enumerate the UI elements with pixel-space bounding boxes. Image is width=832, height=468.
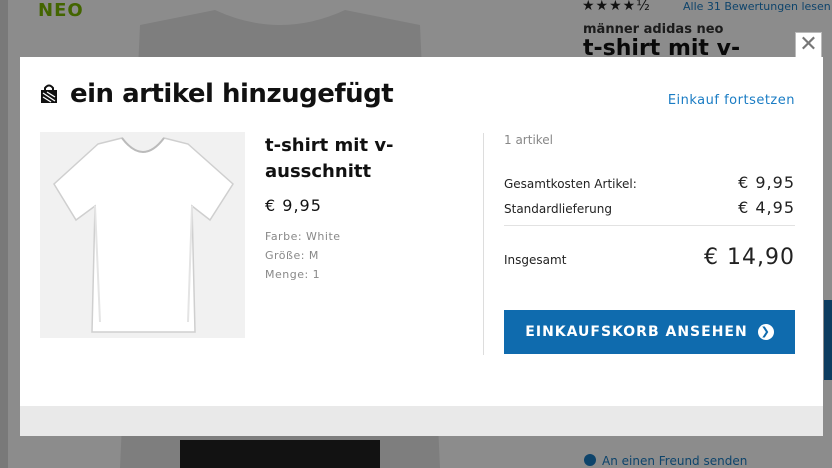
tshirt-image	[40, 132, 245, 338]
shopping-bag-icon	[41, 84, 57, 103]
subtotal-value: € 9,95	[738, 173, 795, 192]
shipping-value: € 4,95	[738, 198, 795, 217]
product-quantity: Menge: 1	[265, 268, 321, 281]
total-label: Insgesamt	[504, 253, 567, 267]
modal-title: ein artikel hinzugefügt	[70, 79, 394, 109]
summary-separator	[504, 225, 795, 226]
view-cart-button[interactable]: EINKAUFSKORB ANSEHEN ❯	[504, 310, 795, 354]
continue-shopping-link[interactable]: Einkauf fortsetzen	[668, 93, 795, 108]
product-color: Farbe: White	[265, 230, 341, 243]
subtotal-label: Gesamtkosten Artikel:	[504, 177, 637, 191]
modal-header: ein artikel hinzugefügt	[40, 79, 394, 109]
vertical-divider	[483, 133, 484, 355]
product-size: Größe: M	[265, 249, 319, 262]
total-row: Insgesamt € 14,90	[504, 245, 795, 270]
product-price: € 9,95	[265, 196, 322, 215]
added-to-cart-modal: ein artikel hinzugefügt Einkauf fortsetz…	[20, 57, 823, 436]
view-cart-label: EINKAUFSKORB ANSEHEN	[525, 324, 748, 340]
shipping-label: Standardlieferung	[504, 202, 613, 216]
shipping-row: Standardlieferung € 4,95	[504, 198, 795, 217]
item-count: 1 artikel	[504, 133, 554, 147]
product-name: t-shirt mit v-ausschnitt	[265, 135, 394, 182]
close-button[interactable]: ✕	[795, 32, 822, 59]
subtotal-row: Gesamtkosten Artikel: € 9,95	[504, 173, 795, 192]
total-value: € 14,90	[704, 245, 795, 270]
product-image	[40, 132, 245, 338]
arrow-right-icon: ❯	[757, 324, 774, 340]
close-icon: ✕	[799, 32, 818, 57]
modal-footer	[20, 406, 823, 436]
